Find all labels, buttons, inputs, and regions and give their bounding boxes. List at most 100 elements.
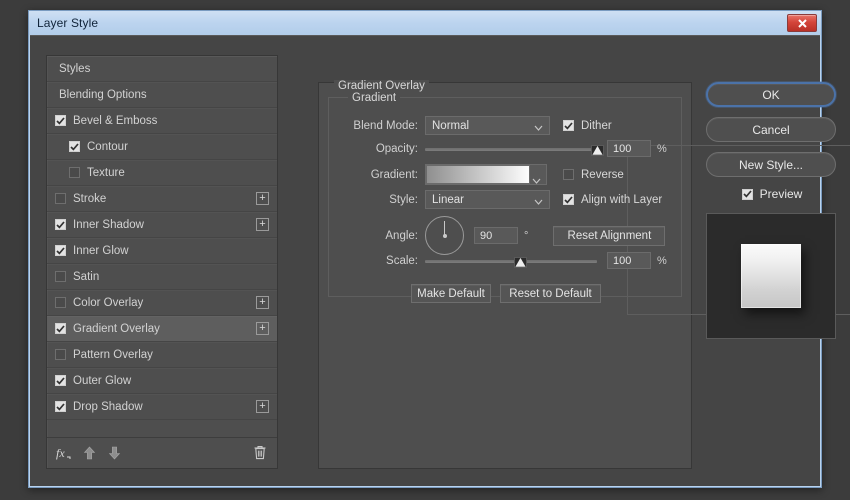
style-label: Style: — [389, 193, 418, 206]
angle-input[interactable]: 90 — [474, 227, 518, 244]
style-row-satin[interactable]: Satin — [47, 264, 277, 290]
style-row-blending-options[interactable]: Blending Options — [47, 82, 277, 108]
make-default-label: Make Default — [417, 287, 485, 300]
reset-alignment-button[interactable]: Reset Alignment — [553, 225, 666, 246]
preview-shape — [741, 244, 801, 308]
align-with-layer-label: Align with Layer — [581, 193, 663, 206]
effect-toggle-checkbox[interactable] — [69, 141, 80, 152]
scale-row: Scale: 100 % — [346, 252, 667, 269]
close-button[interactable] — [787, 14, 817, 32]
new-style-button[interactable]: New Style... — [706, 152, 836, 177]
fx-glyph: fx — [56, 446, 71, 460]
preview-checkbox[interactable]: Preview — [706, 187, 838, 201]
style-value: Linear — [432, 193, 464, 206]
arrow-down-icon — [108, 446, 121, 460]
make-default-button[interactable]: Make Default — [411, 284, 491, 303]
effect-toggle-checkbox[interactable] — [55, 349, 66, 360]
style-row-label: Gradient Overlay — [73, 322, 160, 335]
gradient-swatch[interactable] — [426, 165, 530, 184]
effect-toggle-checkbox[interactable] — [55, 193, 66, 204]
angle-dial-hub — [442, 233, 447, 238]
style-row-texture[interactable]: Texture — [47, 160, 277, 186]
reverse-checkbox[interactable]: Reverse — [563, 169, 624, 181]
style-row-contour[interactable]: Contour — [47, 134, 277, 160]
preview-thumbnail — [706, 213, 836, 339]
cancel-button[interactable]: Cancel — [706, 117, 836, 142]
dither-checkbox[interactable]: Dither — [563, 120, 612, 132]
fx-icon[interactable]: fx — [55, 445, 71, 461]
effect-toggle-checkbox[interactable] — [55, 219, 66, 230]
ok-button[interactable]: OK — [706, 82, 836, 107]
chevron-down-icon — [532, 171, 541, 189]
angle-unit: ° — [524, 229, 529, 242]
reverse-label: Reverse — [581, 168, 624, 181]
svg-text:fx: fx — [56, 446, 65, 460]
angle-dial[interactable] — [425, 216, 464, 255]
style-row-label: Blending Options — [59, 88, 147, 101]
opacity-input[interactable]: 100 — [607, 140, 651, 157]
style-row-label: Pattern Overlay — [73, 348, 153, 361]
opacity-row: Opacity: 100 % — [346, 140, 667, 157]
scale-label: Scale: — [386, 254, 418, 267]
effect-toggle-checkbox[interactable] — [55, 323, 66, 334]
chevron-down-icon — [534, 122, 543, 134]
effect-toggle-checkbox[interactable] — [55, 271, 66, 282]
gradient-row: Gradient: Reverse — [346, 164, 624, 185]
effect-toggle-checkbox[interactable] — [69, 167, 80, 178]
style-row-bevel-emboss[interactable]: Bevel & Emboss — [47, 108, 277, 134]
layer-style-window: Layer Style Styles Blending Options Bevel … — [28, 10, 850, 488]
reset-alignment-label: Reset Alignment — [567, 229, 652, 242]
add-effect-button[interactable]: + — [256, 218, 269, 231]
add-effect-button[interactable]: + — [256, 322, 269, 335]
style-row-label: Color Overlay — [73, 296, 144, 309]
style-row-inner-glow[interactable]: Inner Glow — [47, 238, 277, 264]
style-row-stroke[interactable]: Stroke + — [47, 186, 277, 212]
effect-toggle-checkbox[interactable] — [55, 245, 66, 256]
style-row-pattern-overlay[interactable]: Pattern Overlay — [47, 342, 277, 368]
add-effect-button[interactable]: + — [256, 400, 269, 413]
gradient-label: Gradient: — [370, 168, 418, 181]
style-row-label: Inner Shadow — [73, 218, 144, 231]
opacity-label: Opacity: — [375, 142, 418, 155]
opacity-slider-track — [425, 147, 597, 151]
style-row-drop-shadow[interactable]: Drop Shadow + — [47, 394, 277, 420]
opacity-slider[interactable] — [425, 142, 604, 156]
opacity-slider-thumb[interactable] — [591, 144, 604, 156]
style-row-label: Outer Glow — [73, 374, 132, 387]
scale-slider[interactable] — [425, 254, 597, 268]
style-row-outer-glow[interactable]: Outer Glow — [47, 368, 277, 394]
blend-mode-value: Normal — [432, 119, 470, 132]
trash-icon — [254, 446, 266, 460]
move-down-icon[interactable] — [108, 446, 121, 460]
effect-toggle-checkbox[interactable] — [55, 297, 66, 308]
effect-toggle-checkbox[interactable] — [55, 375, 66, 386]
blend-mode-select[interactable]: Normal — [425, 116, 550, 135]
style-row-label: Bevel & Emboss — [73, 114, 158, 127]
style-row-label: Texture — [87, 166, 125, 179]
style-row-gradient-overlay[interactable]: Gradient Overlay + — [47, 316, 277, 342]
style-row-color-overlay[interactable]: Color Overlay + — [47, 290, 277, 316]
delete-effect-button[interactable] — [253, 445, 267, 460]
scale-input[interactable]: 100 — [607, 252, 651, 269]
effect-toggle-checkbox[interactable] — [55, 115, 66, 126]
style-row-inner-shadow[interactable]: Inner Shadow + — [47, 212, 277, 238]
align-with-layer-checkbox[interactable]: Align with Layer — [563, 194, 662, 206]
title-bar: Layer Style — [29, 11, 821, 35]
style-row-styles[interactable]: Styles — [47, 56, 277, 82]
angle-value: 90 — [480, 229, 493, 242]
scale-slider-thumb[interactable] — [513, 256, 527, 268]
reset-to-default-button[interactable]: Reset to Default — [500, 284, 601, 303]
gradient-picker[interactable] — [425, 164, 547, 185]
style-row-label: Stroke — [73, 192, 107, 205]
actions-column: OK Cancel New Style... Preview — [706, 82, 838, 339]
styles-list[interactable]: Styles Blending Options Bevel & Emboss Cont… — [47, 56, 277, 437]
add-effect-button[interactable]: + — [256, 192, 269, 205]
effect-toggle-checkbox[interactable] — [55, 401, 66, 412]
move-up-icon[interactable] — [83, 446, 96, 460]
preview-label: Preview — [759, 187, 803, 201]
section-title: Gradient Overlay — [334, 80, 429, 92]
add-effect-button[interactable]: + — [256, 296, 269, 309]
style-select[interactable]: Linear — [425, 190, 550, 209]
scale-value: 100 — [613, 254, 632, 267]
angle-row: Angle: 90 ° Reset Alignment — [346, 216, 666, 255]
